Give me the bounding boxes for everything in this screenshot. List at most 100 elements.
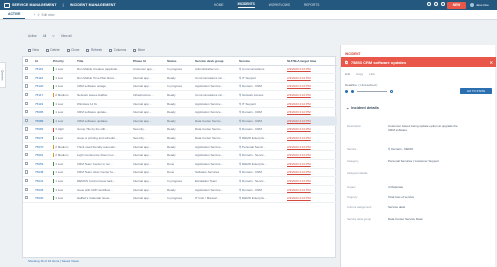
bell-icon[interactable] [441,2,445,6]
field-value[interactable]: 3 Moderate [388,185,458,189]
delete-action-button[interactable]: Delete [45,48,60,52]
cell-target[interactable]: 2/3/2023 2:10 PM [285,133,337,143]
filter-funnel-icon[interactable]: ▽ [52,34,54,38]
detail-link-button[interactable]: Link [369,72,375,76]
cell-id[interactable]: 75095 [33,107,51,118]
row-checkbox[interactable] [25,196,29,200]
cell-id[interactable]: 75115 [33,65,51,75]
table-row[interactable]: 75115 1 Low Run Mobile Creative (applicati… [23,65,337,75]
row-checkbox-cell[interactable] [23,176,33,186]
cell-title[interactable]: Think need friendly automati… [75,142,131,152]
row-checkbox-cell[interactable] [23,116,33,126]
cell-target[interactable]: 2/3/2023 2:10 PM [285,65,337,75]
row-checkbox[interactable] [25,187,29,191]
row-checkbox[interactable] [25,135,29,140]
columns-action-button[interactable]: Columns [109,48,126,52]
cell-id[interactable]: 75119 [33,99,51,109]
row-checkbox[interactable] [25,161,29,165]
cell-title[interactable]: CRM Team Center in rec… [75,159,131,169]
gear-icon[interactable] [434,2,438,6]
cell-title[interactable]: Run Mobile Creative (applicati… [75,65,131,75]
go-to-state-button[interactable]: GO TO STATE [460,88,492,94]
field-value[interactable]: Total loss of service [388,195,458,199]
tab-search-icon[interactable]: ⚲ [37,13,39,17]
table-row[interactable]: 75117 2 Medium Network issues Halifax Infra… [23,90,337,100]
table-row[interactable]: 75095 1 Low CRM software update… Internal a… [23,107,337,118]
cell-target[interactable]: 2/3/2023 2:10 PM [285,150,337,161]
cell-target[interactable]: 2/3/2023 2:10 PM [285,176,337,186]
cell-title[interactable]: Halifax's Calendar Issue… [75,193,131,203]
user-menu[interactable]: Jane Doe [470,3,489,7]
cell-id[interactable]: 75076 [33,133,51,143]
col-header-id[interactable]: Id [33,57,51,66]
table-row[interactable]: 75030 1 Low Halifax's Calendar Issue… Inter… [23,193,337,203]
cell-id[interactable]: 75120 [33,82,51,92]
table-row[interactable]: 75061 2 Medium Light Conference Room loc… I… [23,150,337,161]
select-all-header[interactable] [23,57,33,66]
brand[interactable]: SERVICE MANAGEMENT | INCIDENT MANAGEMENT [0,2,116,8]
row-checkbox[interactable] [25,118,29,122]
cell-target[interactable]: 2/3/2023 2:10 PM [285,159,337,169]
row-checkbox[interactable] [25,170,29,174]
row-checkbox-cell[interactable] [23,159,33,169]
nav-home[interactable]: HOME [214,3,224,7]
cell-id[interactable]: 75082 [33,125,51,135]
field-value[interactable]: Personal Services | Customer Support [388,159,458,163]
row-checkbox[interactable] [25,92,29,97]
more-action-button[interactable]: More [133,48,145,52]
col-header-phase[interactable]: Phase Id [131,57,165,66]
cell-title[interactable]: Issue is printing and schedul… [75,133,131,143]
col-header-title[interactable]: Title [75,57,131,66]
field-value[interactable]: ⚲Domain - DEMO [388,147,458,151]
cell-title[interactable]: Issue with CRP workflow… [75,185,131,195]
cell-title[interactable]: CRM Team other Center fa… [75,168,131,178]
cell-target[interactable]: 2/3/2023 2:10 PM [285,90,337,100]
table-row[interactable]: 75053 1 Low CRM Team Center in rec… Interna… [23,159,337,169]
incident-details-section[interactable]: ⌄ Incident details [346,105,379,111]
table-row[interactable]: 75116 1 Low Run Mobile Time Plan Reco… Inte… [23,73,337,83]
filter-view-all[interactable]: View all [61,34,72,38]
cell-target[interactable]: 2/3/2023 2:10 PM [285,82,337,92]
cell-id[interactable]: 75053 [33,159,51,169]
row-checkbox[interactable] [25,67,29,71]
cell-id[interactable]: 75041 [33,176,51,186]
queries-side-tab[interactable]: Queries [0,62,6,88]
cell-target[interactable]: 2/3/2023 2:10 PM [285,107,337,118]
row-checkbox-cell[interactable] [23,107,33,118]
detail-edit-button[interactable]: Edit [345,72,350,76]
nav-incidents[interactable]: INCIDENTS [237,2,255,8]
cell-title[interactable]: Light Conference Room loc… [75,150,131,161]
table-row[interactable]: 75120 1 Low CRM software outage Internal ap… [23,82,337,92]
row-checkbox-cell[interactable] [23,133,33,143]
row-checkbox-cell[interactable] [23,150,33,161]
row-checkbox[interactable] [25,144,29,148]
row-checkbox[interactable] [25,127,29,131]
search-icon[interactable] [427,2,431,6]
cell-target[interactable]: 2/3/2023 2:10 PM [285,73,337,83]
cell-id[interactable]: 75061 [33,150,51,161]
table-row[interactable]: 75076 1 Low Issue is printing and schedul…… [23,133,337,143]
table-row[interactable]: 75048 1 Low CRM Team other Center fa… Inter… [23,168,337,178]
row-checkbox-cell[interactable] [23,168,33,178]
cell-title[interactable]: Network issues Halifax [75,90,131,100]
row-checkbox-cell[interactable] [23,193,33,203]
table-row[interactable]: 75119 1 Low Windows 11 fix Internal app… Rea… [23,99,337,109]
col-header-target[interactable]: SLT/SLA target time [285,57,337,66]
cell-target[interactable]: 2/3/2023 2:10 PM [285,168,337,178]
cell-id[interactable]: 75089 [33,116,51,126]
filter-active[interactable]: Active [28,34,37,38]
cell-title[interactable]: CRM software outage [75,82,131,92]
cell-target[interactable]: 2/3/2023 2:10 PM [285,116,337,126]
cell-id[interactable]: 75117 [33,90,51,100]
cell-title[interactable]: Windows 11 fix [75,99,131,109]
row-checkbox-cell[interactable] [23,142,33,152]
cell-title[interactable]: Run Mobile Time Plan Reco… [75,73,131,83]
filter-all[interactable]: All [43,34,47,38]
cell-id[interactable]: 75070 [33,142,51,152]
row-checkbox-cell[interactable] [23,125,33,135]
row-checkbox-cell[interactable] [23,90,33,100]
cell-id[interactable]: 75116 [33,73,51,83]
row-checkbox-cell[interactable] [23,99,33,109]
new-action-button[interactable]: New [28,48,39,52]
col-header-group[interactable]: Service desk group [193,57,237,66]
